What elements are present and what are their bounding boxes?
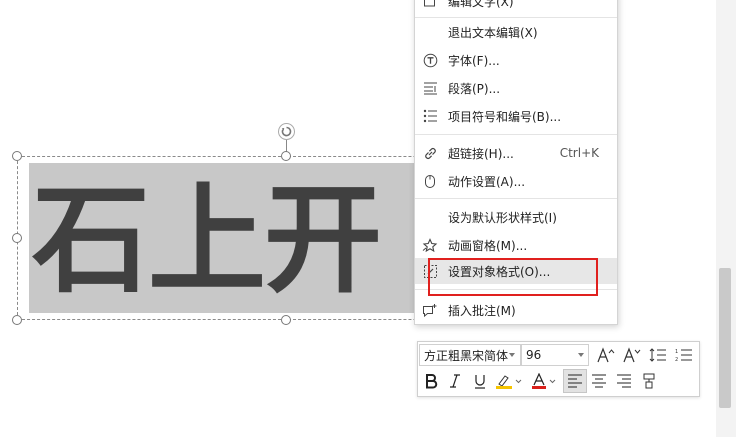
menu-item-action-settings[interactable]: 动作设置(A)... xyxy=(415,168,617,194)
align-center-button[interactable] xyxy=(588,370,610,392)
menu-item-label: 设为默认形状样式(I) xyxy=(448,210,557,225)
menu-item-font[interactable]: 字体(F)... xyxy=(415,47,617,73)
rotate-handle-icon[interactable] xyxy=(278,123,295,140)
menu-separator xyxy=(415,17,617,18)
menu-item-insert-comment[interactable]: 插入批注(M) xyxy=(415,297,617,323)
menu-item-hyperlink[interactable]: 超链接(H)... Ctrl+K xyxy=(415,140,617,166)
align-left-button[interactable] xyxy=(563,369,587,393)
align-right-button[interactable] xyxy=(613,370,635,392)
italic-button[interactable] xyxy=(444,370,466,392)
resize-handle-top-left[interactable] xyxy=(12,151,22,161)
edit-text-icon xyxy=(422,0,438,9)
font-name-value: 方正粗黑宋简体 xyxy=(424,348,509,363)
bullet-list-icon xyxy=(422,108,438,124)
mouse-icon xyxy=(422,173,438,189)
menu-item-shortcut: Ctrl+K xyxy=(559,146,599,160)
highlight-color-button[interactable] xyxy=(494,370,524,392)
font-color-button[interactable] xyxy=(530,370,560,392)
text-box-content[interactable]: 石上开 xyxy=(32,165,382,315)
menu-item-bullets-numbering[interactable]: 项目符号和编号(B)... xyxy=(415,103,617,129)
resize-handle-bottom[interactable] xyxy=(281,315,291,325)
animation-star-icon xyxy=(422,237,438,253)
menu-item-edit-text[interactable]: 编辑文字(X) xyxy=(415,0,617,14)
menu-separator xyxy=(415,134,617,135)
menu-item-label: 动画窗格(M)... xyxy=(448,238,528,253)
menu-item-label: 段落(P)... xyxy=(448,81,501,96)
menu-item-paragraph[interactable]: 段落(P)... xyxy=(415,75,617,101)
menu-item-label: 动作设置(A)... xyxy=(448,174,526,189)
svg-text:2: 2 xyxy=(675,357,678,363)
underline-button[interactable] xyxy=(469,370,491,392)
chevron-down-icon xyxy=(578,353,584,357)
menu-item-exit-text-edit[interactable]: 退出文本编辑(X) xyxy=(415,19,617,45)
menu-item-animation-pane[interactable]: 动画窗格(M)... xyxy=(415,232,617,258)
resize-handle-left[interactable] xyxy=(12,233,22,243)
chevron-down-icon xyxy=(509,353,515,357)
comment-add-icon xyxy=(422,302,438,318)
increase-font-size-button[interactable] xyxy=(595,344,617,366)
svg-text:1: 1 xyxy=(675,349,678,355)
menu-item-label: 字体(F)... xyxy=(448,53,500,68)
floating-format-toolbar: 方正粗黑宋简体 96 12 xyxy=(417,341,700,397)
numbered-list-button[interactable]: 12 xyxy=(673,344,695,366)
font-T-icon xyxy=(422,52,438,68)
resize-handle-bottom-left[interactable] xyxy=(12,315,22,325)
menu-separator xyxy=(415,198,617,199)
resize-handle-top[interactable] xyxy=(281,151,291,161)
menu-item-set-default-shape-style[interactable]: 设为默认形状样式(I) xyxy=(415,204,617,230)
scrollbar-thumb[interactable] xyxy=(719,268,731,408)
menu-item-label: 插入批注(M) xyxy=(448,303,516,318)
bold-button[interactable] xyxy=(420,370,442,392)
vertical-scrollbar[interactable] xyxy=(716,0,736,437)
menu-item-label: 项目符号和编号(B)... xyxy=(448,109,562,124)
decrease-font-size-button[interactable] xyxy=(621,344,643,366)
line-spacing-button[interactable] xyxy=(647,344,669,366)
hyperlink-icon xyxy=(422,145,438,161)
menu-item-label: 退出文本编辑(X) xyxy=(448,25,538,40)
paragraph-icon xyxy=(422,80,438,96)
menu-item-label: 超链接(H)... xyxy=(448,146,514,161)
format-painter-button[interactable] xyxy=(638,370,660,392)
highlight-annotation-frame xyxy=(428,258,598,296)
menu-item-label: 编辑文字(X) xyxy=(448,0,514,9)
font-size-dropdown[interactable]: 96 xyxy=(521,344,589,366)
font-name-dropdown[interactable]: 方正粗黑宋简体 xyxy=(419,344,521,366)
font-size-value: 96 xyxy=(526,348,542,362)
